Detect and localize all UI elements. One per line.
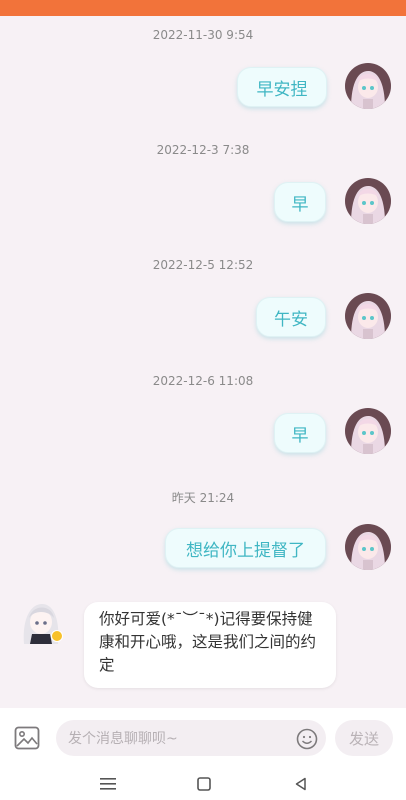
sent-message-bubble[interactable]: 想给你上提督了 xyxy=(165,528,326,568)
user-avatar[interactable] xyxy=(345,178,391,224)
timestamp: 2022-12-5 12:52 xyxy=(152,258,254,272)
timestamp: 昨天 21:24 xyxy=(171,491,235,505)
user-avatar[interactable] xyxy=(345,524,391,570)
message-input-bar: 发个消息聊聊呗~ 发送 xyxy=(0,708,406,768)
back-triangle-icon[interactable] xyxy=(286,772,316,796)
image-icon[interactable] xyxy=(14,726,40,750)
sent-message-bubble[interactable]: 早 xyxy=(274,182,326,222)
sent-message-bubble[interactable]: 午安 xyxy=(256,297,326,337)
timestamp: 2022-12-3 7:38 xyxy=(156,143,250,157)
user-avatar[interactable] xyxy=(345,293,391,339)
user-avatar[interactable] xyxy=(345,63,391,109)
status-bar xyxy=(0,0,406,16)
emoji-icon[interactable] xyxy=(296,728,318,750)
sent-message-bubble[interactable]: 早 xyxy=(274,413,326,453)
verified-badge-icon xyxy=(51,630,63,642)
timestamp: 2022-11-30 9:54 xyxy=(152,28,254,42)
user-avatar[interactable] xyxy=(345,408,391,454)
system-navigation-bar xyxy=(0,768,406,800)
home-square-icon[interactable] xyxy=(189,772,219,796)
message-input[interactable]: 发个消息聊聊呗~ xyxy=(56,720,326,756)
menu-icon[interactable] xyxy=(93,772,123,796)
send-button[interactable]: 发送 xyxy=(335,720,393,756)
timestamp: 2022-12-6 11:08 xyxy=(152,374,254,388)
sent-message-bubble[interactable]: 早安捏 xyxy=(237,67,327,107)
received-message-bubble[interactable]: 你好可爱(*¯︶¯*)记得要保持健康和开心哦，这是我们之间的约定 xyxy=(84,602,336,688)
